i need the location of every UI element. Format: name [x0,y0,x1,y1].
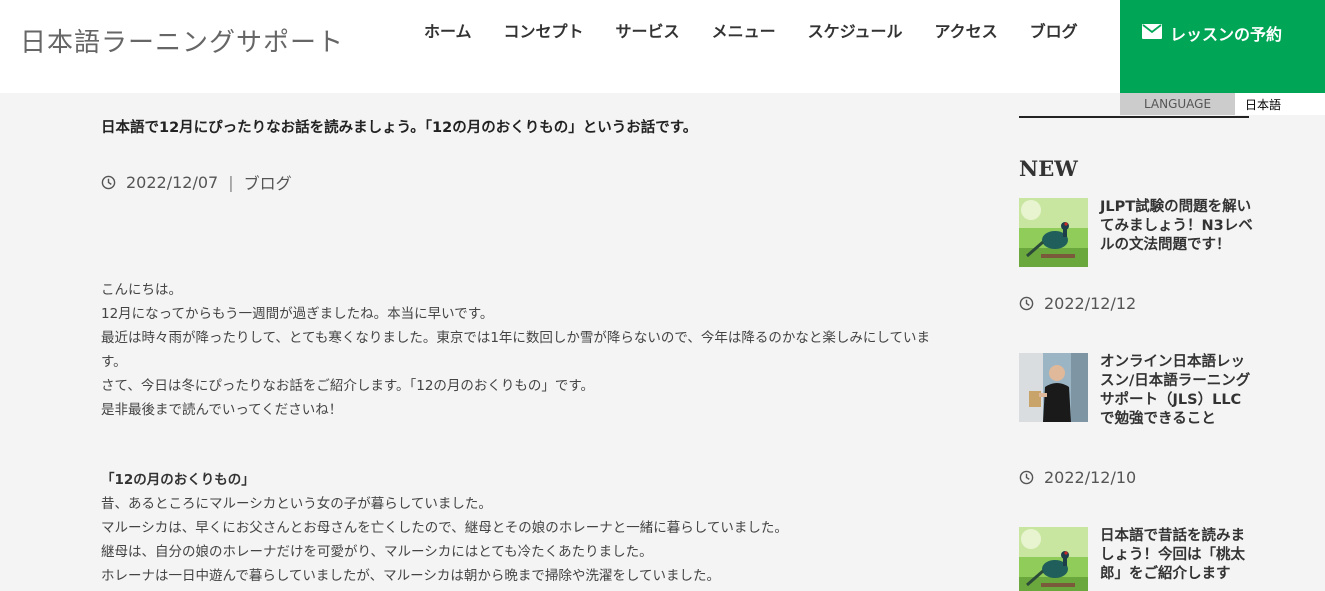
article-date: 2022/12/07 [126,172,219,192]
paragraph-line: マルーシカは、早くにお父さんとお母さんを亡くしたので、継母とその娘のホレーナと一… [101,520,788,536]
main-nav: ホーム コンセプト サービス メニュー スケジュール アクセス ブログ [408,21,1094,43]
paragraph-line: 最近は時々雨が降ったりして、とても寒くなりました。東京では1年に数回しか雪が降ら… [101,330,930,346]
article-title: 日本語で12月にぴったりなお話を読みましょう。「12の月のおくりもの」というお話… [101,120,698,136]
nav-item-access[interactable]: アクセス [918,21,1013,43]
article-intro: こんにちは。 12月になってからもう一週間が過ぎましたね。本当に早いです。 最近… [101,278,991,422]
paragraph-line: 12月になってからもう一週間が過ぎましたね。本当に早いです。 [101,306,494,322]
nav-item-concept[interactable]: コンセプト [488,21,600,43]
mail-icon [1142,24,1162,39]
post-thumbnail-teacher[interactable] [1019,353,1088,422]
nav-item-schedule[interactable]: スケジュール [792,21,919,43]
post-date: 2022/12/10 [1019,468,1136,487]
article-category-link[interactable]: ブログ [244,170,292,194]
sidebar-divider [1019,116,1249,118]
post-date-text: 2022/12/12 [1044,294,1137,313]
post-title[interactable]: 日本語で昔話を読みましょう！今回は「桃太郎」をご紹介します [1100,527,1255,584]
nav-item-menu[interactable]: メニュー [696,21,792,43]
nav-item-service[interactable]: サービス [600,21,696,43]
sidebar-new-heading: NEW [1019,156,1078,181]
paragraph-line: 是非最後まで読んでいってくださいね！ [101,402,343,418]
site-title[interactable]: 日本語ラーニングサポート [20,22,344,59]
article-story: 「12の月のおくりもの」 昔、あるところにマルーシカという女の子が暮らしていまし… [101,468,991,588]
reserve-lesson-button[interactable]: レッスンの予約 [1120,0,1325,93]
paragraph-line: 継母は、自分の娘のホレーナだけを可愛がり、マルーシカにはとても冷たくあたりました… [101,544,653,560]
meta-divider: | [228,172,234,192]
nav-item-blog[interactable]: ブログ [1014,21,1094,43]
language-selector[interactable]: LANGUAGE 日本語 [1120,93,1325,115]
paragraph-line: さて、今日は冬にぴったりなお話をご紹介します。「12の月のおくりもの」です。 [101,378,595,394]
post-thumbnail-bird[interactable] [1019,527,1088,591]
post-date: 2022/12/12 [1019,294,1136,313]
paragraph-line: ホレーナは一日中遊んで暮らしていましたが、マルーシカは朝から晩まで掃除や洗濯をし… [101,568,720,584]
clock-icon [1019,470,1034,485]
reserve-lesson-label: レッスンの予約 [1170,25,1283,44]
language-select[interactable]: 日本語 [1235,93,1325,115]
post-title[interactable]: JLPT試験の問題を解いてみましょう！N3レベルの文法問題です！ [1100,198,1255,255]
nav-item-home[interactable]: ホーム [408,21,488,43]
paragraph-line: 昔、あるところにマルーシカという女の子が暮らしていました。 [101,496,492,512]
paragraph-line: す。 [101,354,127,370]
article-meta: 2022/12/07 | ブログ [101,170,292,194]
post-date-text: 2022/12/10 [1044,468,1137,487]
paragraph-line: こんにちは。 [101,282,182,298]
site-header: 日本語ラーニングサポート ホーム コンセプト サービス メニュー スケジュール … [0,0,1325,93]
clock-icon [101,175,116,189]
post-thumbnail-bird[interactable] [1019,198,1088,267]
clock-icon [1019,296,1034,311]
post-title[interactable]: オンライン日本語レッスン/日本語ラーニングサポート（JLS）LLCで勉強できるこ… [1100,353,1255,429]
story-heading: 「12の月のおくりもの」 [101,472,255,488]
language-label: LANGUAGE [1120,93,1235,115]
